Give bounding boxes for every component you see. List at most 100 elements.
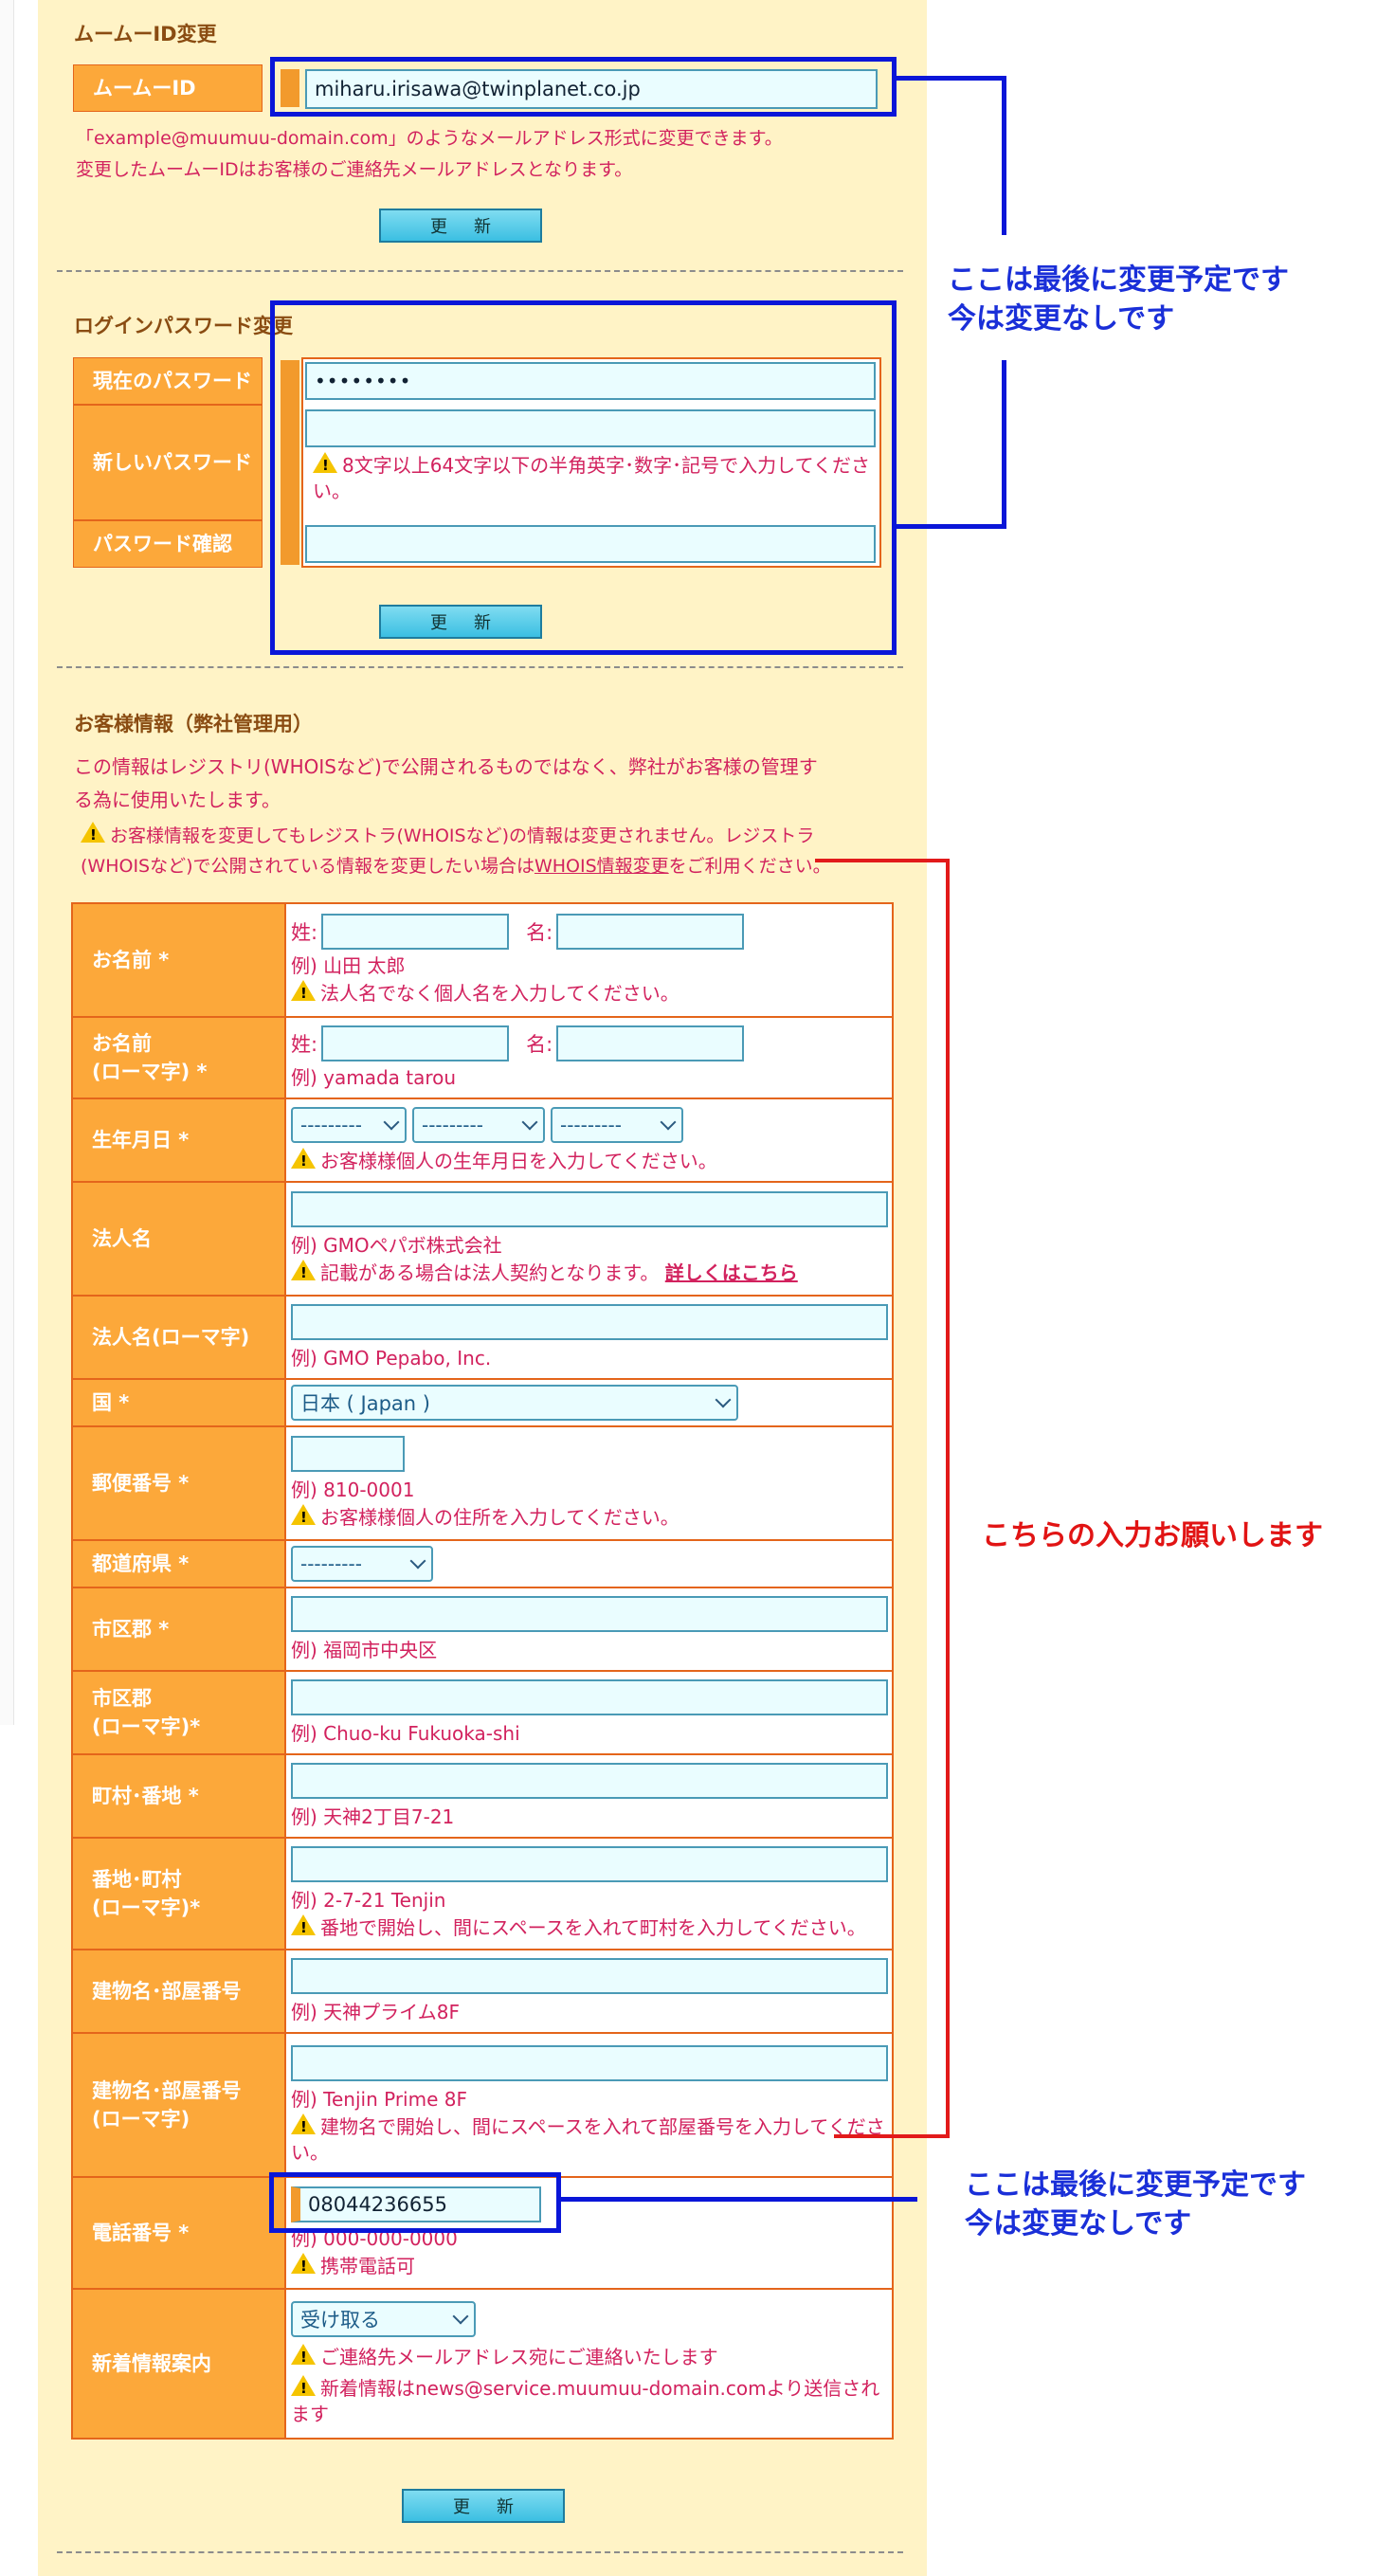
row-street-roman: 番地･町村 (ローマ字)* 例) 2-7-21 Tenjin 番地で開始し、間にス…: [71, 1837, 894, 1950]
birth-day-select[interactable]: ---------: [551, 1106, 683, 1143]
news-warning-1-text: ご連絡先メールアドレス宛にご連絡いたします: [320, 2345, 718, 2368]
corp-example: 例) GMOペパボ株式会社: [291, 1234, 502, 1257]
street-cell: 例) 天神2丁目7-21: [284, 1753, 894, 1839]
city-input[interactable]: [291, 1595, 888, 1632]
first-name-input[interactable]: [556, 914, 745, 950]
building-roman-label: 建物名･部屋番号 (ローマ字): [71, 2032, 286, 2178]
annotation-box-password: [270, 300, 897, 655]
name-roman-example: 例) yamada tarou: [291, 1065, 457, 1089]
news-select[interactable]: 受け取る: [291, 2300, 476, 2337]
chevron-down-icon: [409, 1552, 426, 1569]
birthdate-selects: --------- --------- ---------: [291, 1106, 888, 1143]
muumuu-id-update-button[interactable]: 更新: [379, 209, 542, 243]
annotation-connector: [561, 2197, 917, 2202]
chevron-down-icon: [660, 1114, 677, 1130]
corp-label: 法人名: [71, 1181, 286, 1297]
warning-icon: [291, 1504, 316, 1527]
city-roman-example: 例) Chuo-ku Fukuoka-shi: [291, 1721, 520, 1745]
customer-info-warning-1-text: お客様情報を変更してもレジストラ(WHOISなど)の情報は変更されません。レジス…: [110, 825, 815, 846]
last-name-input[interactable]: [321, 914, 510, 950]
street-roman-label-line2: (ローマ字)*: [92, 1896, 201, 1919]
street-roman-warning-text: 番地で開始し、間にスペースを入れて町村を入力してください。: [320, 1916, 866, 1939]
country-value: 日本 ( Japan ): [300, 1392, 430, 1415]
zip-input[interactable]: [291, 1436, 405, 1472]
annotation-bottom-blue-line2: 今は変更なしです: [965, 2206, 1192, 2240]
warning-icon: [291, 2343, 316, 2367]
city-roman-label: 市区郡 (ローマ字)*: [71, 1670, 286, 1755]
row-corp-roman: 法人名(ローマ字) 例) GMO Pepabo, Inc.: [71, 1295, 894, 1380]
annotation-connector: [1002, 360, 1006, 529]
country-select[interactable]: 日本 ( Japan ): [291, 1385, 738, 1421]
corp-roman-input[interactable]: [291, 1303, 888, 1340]
customer-info-update-button[interactable]: 更新: [402, 2489, 565, 2523]
street-roman-input[interactable]: [291, 1846, 888, 1882]
birth-year-select[interactable]: ---------: [291, 1106, 407, 1143]
whois-change-link[interactable]: WHOIS情報変更: [534, 856, 669, 877]
row-building-roman: 建物名･部屋番号 (ローマ字) 例) Tenjin Prime 8F 建物名で開始…: [71, 2032, 894, 2178]
city-roman-input[interactable]: [291, 1678, 888, 1715]
row-prefecture: 都道府県 * ---------: [71, 1539, 894, 1588]
name-roman-label-line2: (ローマ字) *: [92, 1061, 208, 1083]
birth-month-value: ---------: [422, 1113, 483, 1136]
corp-cell: 例) GMOペパボ株式会社 記載がある場合は法人契約となります。 詳しくはこちら: [284, 1181, 894, 1297]
zip-example: 例) 810-0001: [291, 1478, 415, 1501]
annotation-top-blue-line1: ここは最後に変更予定です: [948, 263, 1289, 297]
details-link[interactable]: 詳しくはこちら: [665, 1261, 798, 1284]
building-roman-input[interactable]: [291, 2044, 888, 2081]
news-warning-2: 新着情報はnews@service.muumuu-domain.comより送信さ…: [291, 2374, 888, 2427]
country-label: 国 *: [71, 1378, 286, 1427]
building-input[interactable]: [291, 1957, 888, 1994]
corp-warning-text: 記載がある場合は法人契約となります。: [320, 1261, 660, 1284]
city-roman-label-line2: (ローマ字)*: [92, 1715, 201, 1738]
warning-icon: [291, 2374, 316, 2398]
muumuu-id-note-1: 「example@muumuu-domain.com」のようなメールアドレス形式…: [76, 128, 783, 149]
section-divider: [57, 270, 903, 272]
city-cell: 例) 福岡市中央区: [284, 1587, 894, 1672]
street-roman-cell: 例) 2-7-21 Tenjin 番地で開始し、間にスペースを入れて町村を入力し…: [284, 1837, 894, 1950]
row-zip: 郵便番号 * 例) 810-0001 お客様様個人の住所を入力してください。: [71, 1425, 894, 1541]
street-input[interactable]: [291, 1762, 888, 1799]
password-section-title: ログインパスワード変更: [74, 315, 293, 337]
birthdate-cell: --------- --------- --------- お客様様個人の生年月…: [284, 1098, 894, 1183]
zip-label: 郵便番号 *: [71, 1425, 286, 1541]
building-roman-label-line1: 建物名･部屋番号: [92, 2078, 242, 2102]
zip-cell: 例) 810-0001 お客様様個人の住所を入力してください。: [284, 1425, 894, 1541]
country-cell: 日本 ( Japan ): [284, 1378, 894, 1427]
section-divider: [57, 666, 903, 668]
annotation-connector: [897, 76, 1006, 81]
warning-icon: [291, 2253, 316, 2276]
news-cell: 受け取る ご連絡先メールアドレス宛にご連絡いたします 新着情報はnews@ser…: [284, 2288, 894, 2440]
city-roman-cell: 例) Chuo-ku Fukuoka-shi: [284, 1670, 894, 1755]
customer-info-warning-2: (WHOISなど)で公開されている情報を変更したい場合はWHOIS情報変更をご利…: [81, 854, 831, 880]
name-roman-label: お名前 (ローマ字) *: [71, 1016, 286, 1099]
row-name: お名前 * 姓: 名: 例) 山田 太郎 法人名でなく個人名を入力してください。: [71, 902, 894, 1018]
city-example: 例) 福岡市中央区: [291, 1638, 438, 1661]
annotation-bottom-blue: ここは最後に変更予定です 今は変更なしです: [965, 2167, 1306, 2243]
news-label: 新着情報案内: [71, 2288, 286, 2440]
mei-label: 名:: [526, 921, 553, 944]
row-corp: 法人名 例) GMOペパボ株式会社 記載がある場合は法人契約となります。 詳しく…: [71, 1181, 894, 1297]
building-cell: 例) 天神プライム8F: [284, 1949, 894, 2034]
warning-icon: [291, 1914, 316, 1937]
chevron-down-icon: [383, 1114, 400, 1130]
zip-warning-text: お客様様個人の住所を入力してください。: [320, 1506, 679, 1529]
first-name-roman-input[interactable]: [556, 1025, 745, 1061]
row-city-roman: 市区郡 (ローマ字)* 例) Chuo-ku Fukuoka-shi: [71, 1670, 894, 1755]
last-name-roman-input[interactable]: [321, 1025, 510, 1061]
muumuu-id-label: ムームーID: [73, 64, 263, 112]
annotation-red-connector: [946, 859, 950, 2138]
warning-icon: [291, 980, 316, 1003]
annotation-connector: [1002, 76, 1006, 235]
annotation-red-connector: [815, 859, 950, 862]
news-warning-2-text: 新着情報はnews@service.muumuu-domain.comより送信さ…: [291, 2376, 880, 2425]
row-name-roman: お名前 (ローマ字) * 姓: 名: 例) yamada tarou: [71, 1016, 894, 1099]
corp-input[interactable]: [291, 1191, 888, 1227]
birth-day-value: ---------: [560, 1113, 622, 1136]
sei-label: 姓:: [291, 921, 318, 944]
annotation-top-blue-line2: 今は変更なしです: [948, 301, 1175, 336]
row-street: 町村･番地 * 例) 天神2丁目7-21: [71, 1753, 894, 1839]
prefecture-select[interactable]: ---------: [291, 1546, 433, 1582]
warning-icon: [291, 1147, 316, 1170]
customer-info-title: お客様情報（弊社管理用）: [74, 713, 313, 735]
birth-month-select[interactable]: ---------: [412, 1106, 545, 1143]
